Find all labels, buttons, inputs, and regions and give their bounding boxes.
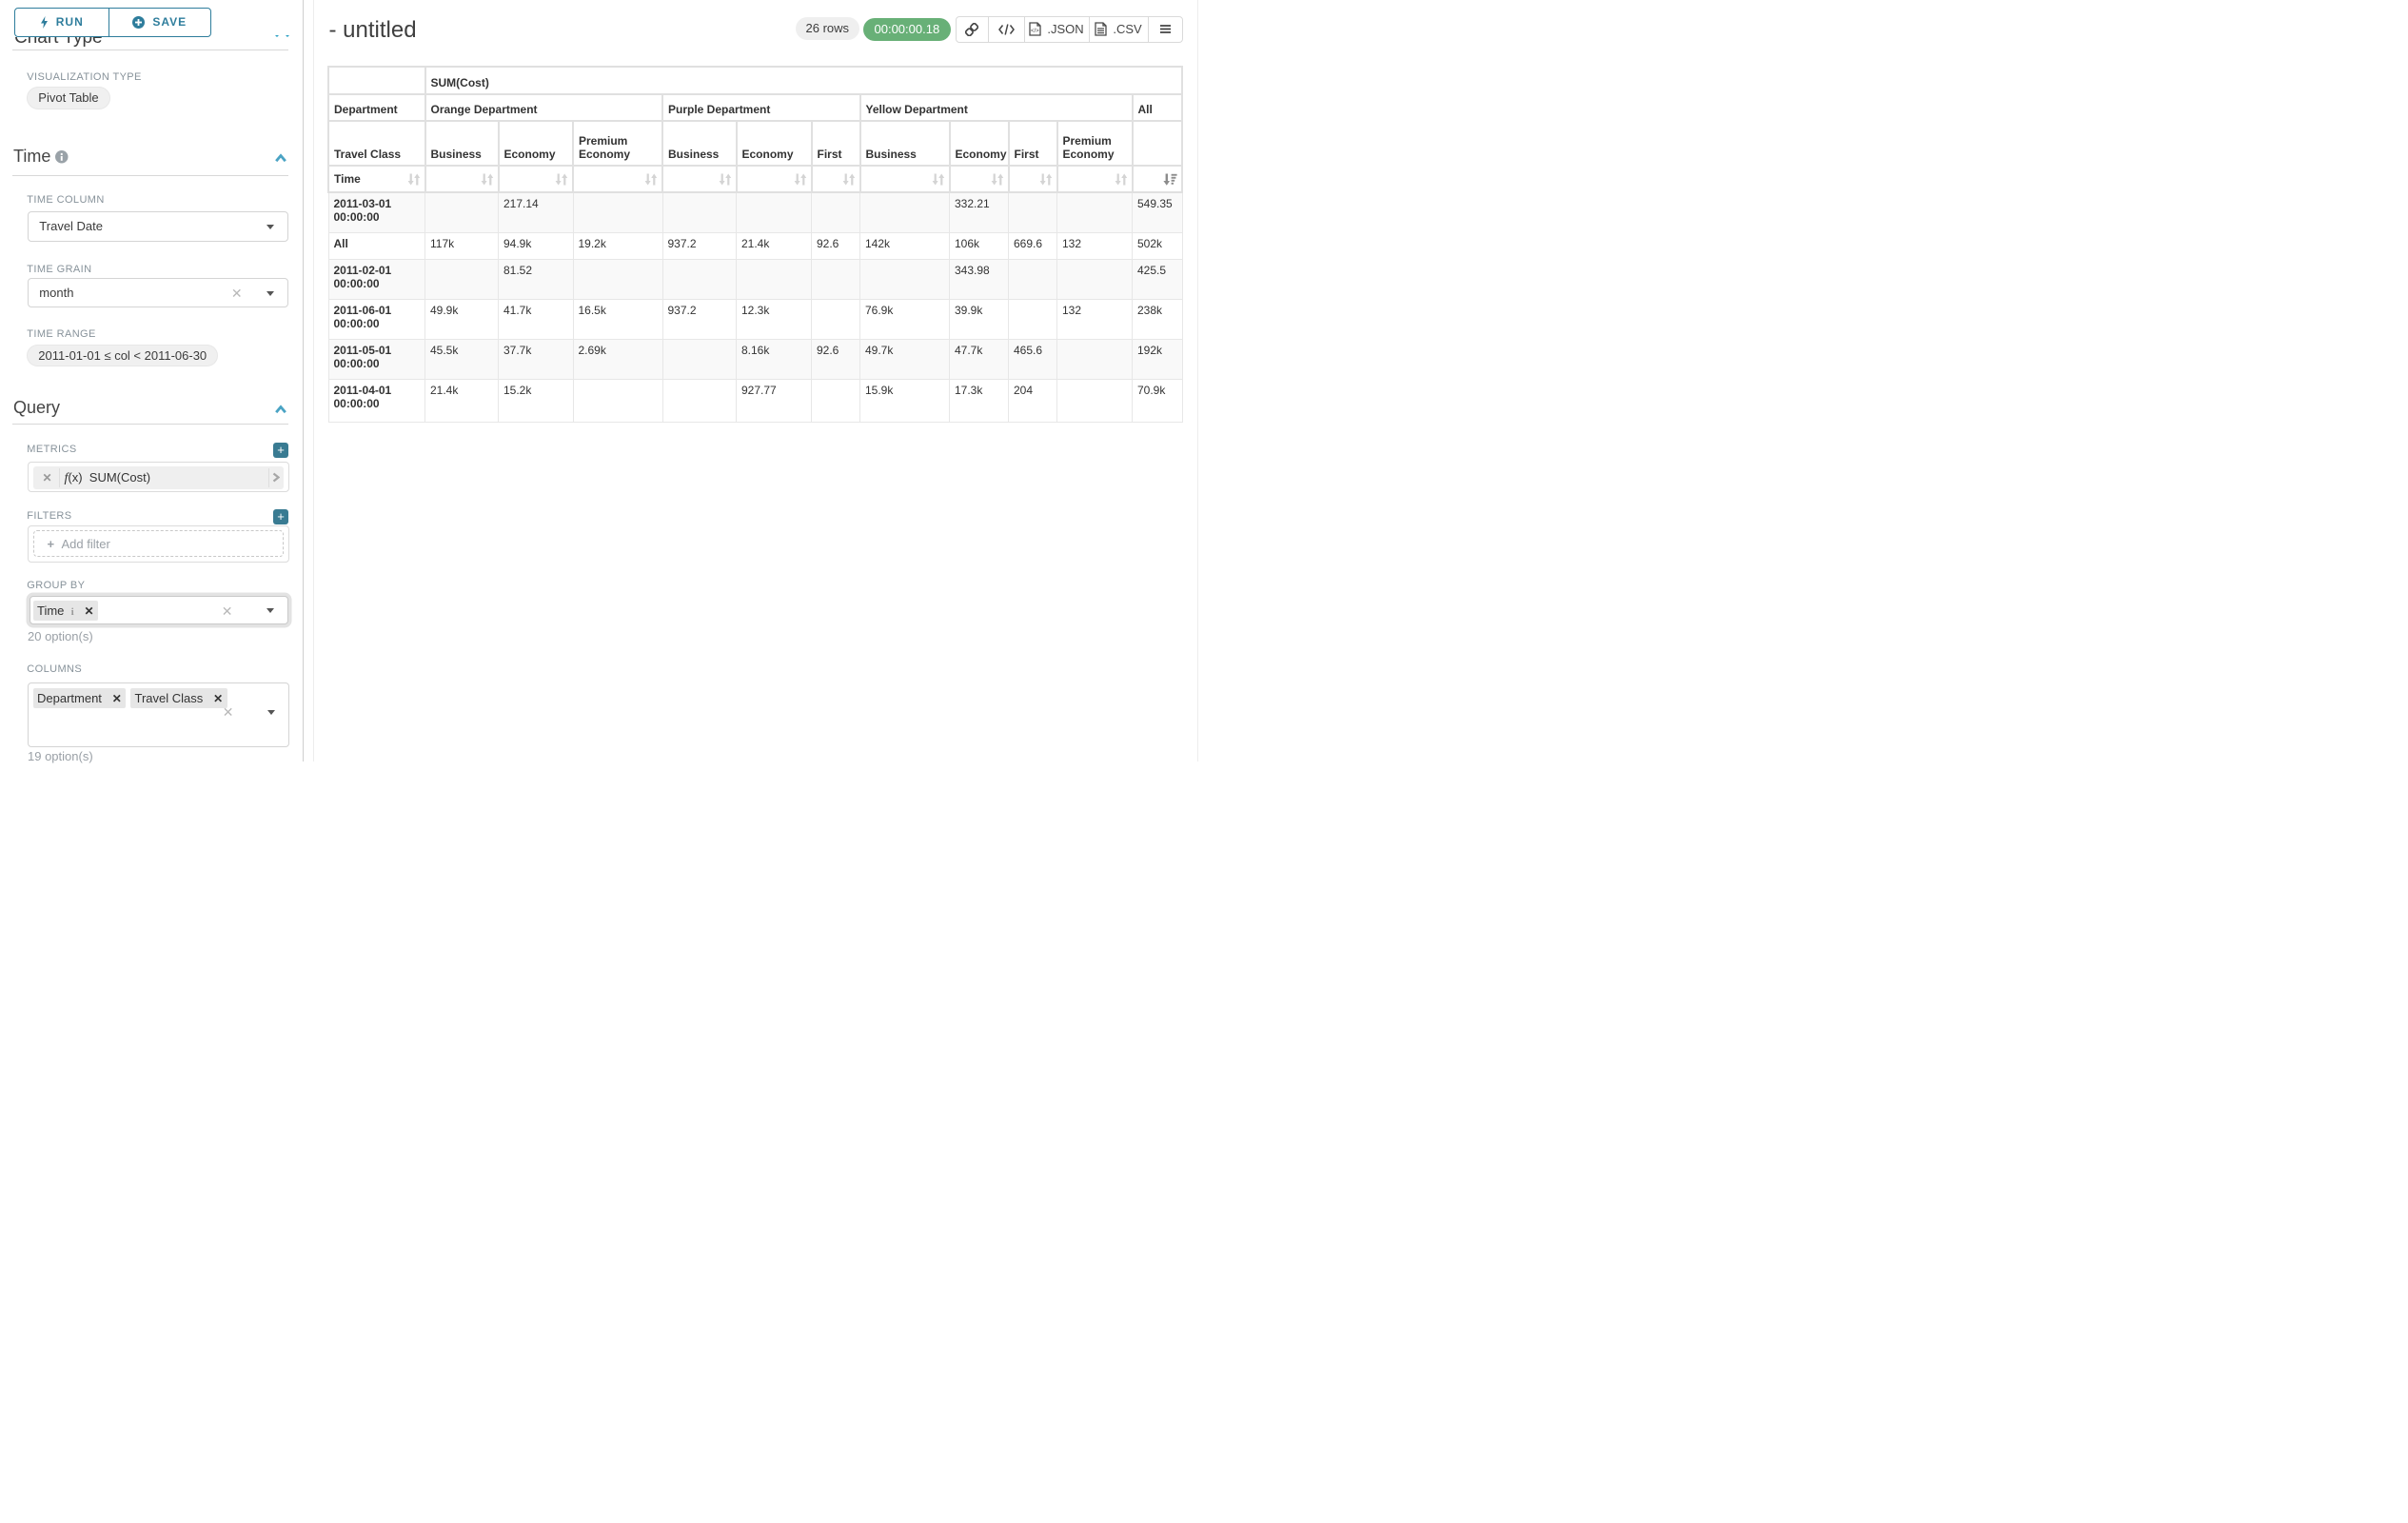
svg-text:</>: </>	[1031, 29, 1039, 34]
